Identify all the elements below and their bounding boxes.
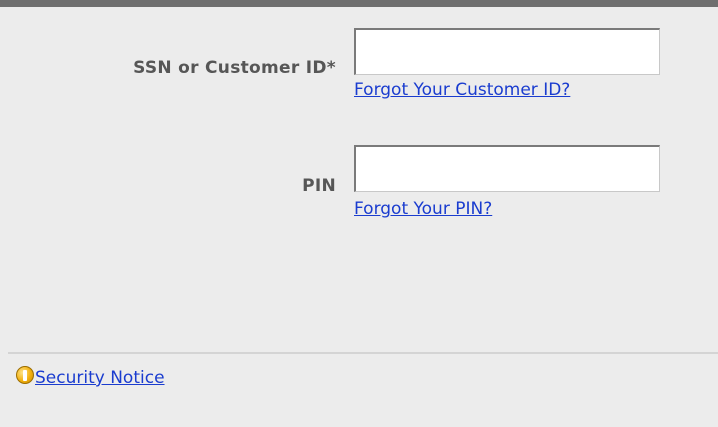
exclamation-bar: [23, 369, 27, 381]
top-bar: [0, 0, 718, 7]
pin-input[interactable]: [354, 145, 660, 192]
divider: [8, 352, 718, 354]
forgot-pin-link[interactable]: Forgot Your PIN?: [354, 199, 492, 219]
security-notice-row: Security Notice: [16, 365, 165, 391]
ssn-customer-id-input[interactable]: [354, 28, 660, 75]
pin-label: PIN: [302, 176, 336, 196]
security-notice-link[interactable]: Security Notice: [35, 368, 165, 388]
ssn-customer-id-label: SSN or Customer ID*: [133, 58, 336, 78]
forgot-customer-id-link[interactable]: Forgot Your Customer ID?: [354, 80, 570, 100]
warning-exclamation-icon: [16, 366, 34, 384]
